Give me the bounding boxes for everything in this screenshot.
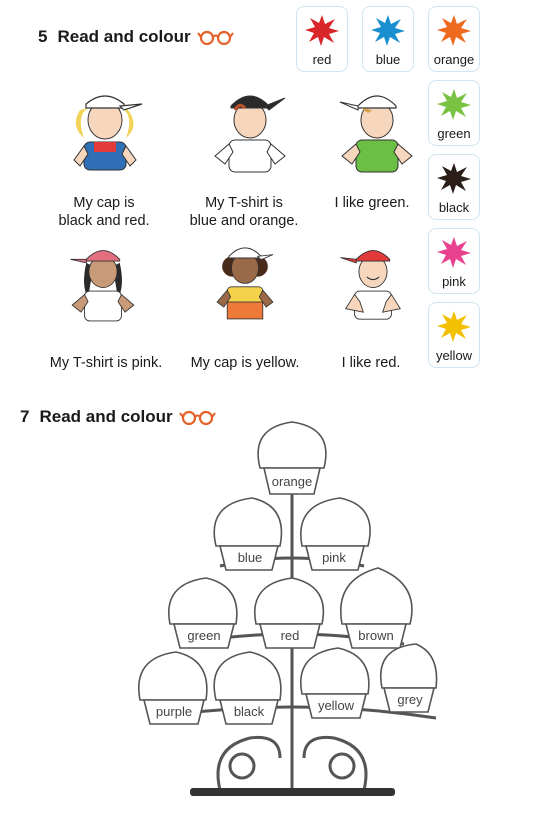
paint-label: blue xyxy=(375,52,401,67)
paint-label: pink xyxy=(442,274,466,289)
paint-splash-icon xyxy=(437,311,471,342)
section-number: 5 xyxy=(38,27,48,46)
stand-base xyxy=(190,788,395,796)
kid-4-illustration xyxy=(70,250,135,322)
caption-2: My T-shirt is blue and orange. xyxy=(189,195,299,229)
paint-label: black xyxy=(438,200,470,215)
kid-2-illustration xyxy=(214,95,286,173)
kid-3-illustration xyxy=(339,95,413,173)
paint-label: yellow xyxy=(435,348,473,363)
cupcake-label-10: grey xyxy=(397,692,423,707)
paint-splash-icon xyxy=(437,237,471,268)
cupcake-label-3: pink xyxy=(322,550,346,565)
kid-5-illustration xyxy=(216,247,274,320)
paint-swatch-orange[interactable]: orange xyxy=(428,6,480,72)
cupcake-label-1: orange xyxy=(272,474,312,489)
paint-swatch-blue[interactable]: blue xyxy=(362,6,414,72)
kid-1-illustration xyxy=(73,95,143,171)
cupcake-label-8: black xyxy=(234,704,265,719)
caption-5: My cap is yellow. xyxy=(190,355,300,371)
paint-label: green xyxy=(437,126,471,141)
caption-3: I like green. xyxy=(334,195,410,211)
cupcake-label-7: purple xyxy=(156,704,192,719)
paint-swatch-black[interactable]: black xyxy=(428,154,480,220)
section-number: 7 xyxy=(20,407,30,426)
section-5-heading: 5 Read and colour xyxy=(38,27,235,47)
paint-swatch-green[interactable]: green xyxy=(428,80,480,146)
kid-6-illustration xyxy=(340,250,401,320)
paint-label: orange xyxy=(433,52,475,67)
cupcake-label-6: brown xyxy=(358,628,393,643)
paint-splash-icon xyxy=(371,15,405,46)
cupcakes-group xyxy=(138,421,438,725)
cupcake-label-9: yellow xyxy=(318,698,355,713)
cupcake-label-4: green xyxy=(187,628,220,643)
paint-splash-icon xyxy=(305,15,339,46)
caption-1: My cap is black and red. xyxy=(58,195,150,229)
caption-6: I like red. xyxy=(341,355,401,371)
cupcake-label-5: red xyxy=(281,628,300,643)
section-title: Read and colour xyxy=(57,27,191,46)
cupcake-label-2: blue xyxy=(238,550,263,565)
paint-splash-icon xyxy=(437,89,471,120)
cupcake-stand: orange blue pink green red brown purple … xyxy=(138,421,438,796)
paint-splash-icon xyxy=(437,163,471,194)
paint-label: red xyxy=(312,52,332,67)
paint-swatch-red[interactable]: red xyxy=(296,6,348,72)
caption-4: My T-shirt is pink. xyxy=(49,355,163,371)
paint-swatch-yellow[interactable]: yellow xyxy=(428,302,480,368)
paint-swatch-pink[interactable]: pink xyxy=(428,228,480,294)
glasses-icon xyxy=(196,30,234,45)
paint-splash-icon xyxy=(437,15,471,46)
